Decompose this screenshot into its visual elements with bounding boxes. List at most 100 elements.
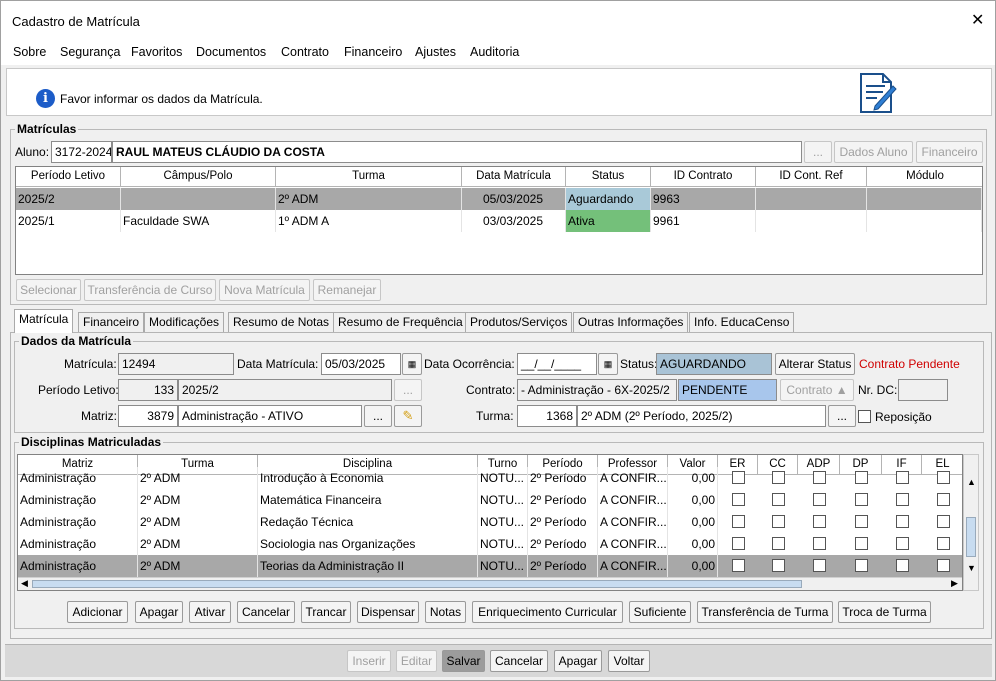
contrato-field[interactable]: - Administração - 6X-2025/2 bbox=[517, 379, 677, 401]
scroll-left-icon[interactable]: ◀ bbox=[21, 578, 28, 589]
tab-financeiro[interactable]: Financeiro bbox=[78, 312, 145, 332]
menu-documentos[interactable]: Documentos bbox=[196, 45, 266, 59]
disciplinas-table[interactable]: Matriz Turma Disciplina Turno Período Pr… bbox=[17, 454, 963, 591]
ativar-button[interactable]: Ativar bbox=[189, 601, 231, 623]
matricula-field[interactable]: 12494 bbox=[118, 353, 234, 375]
troca-turma-button[interactable]: Troca de Turma bbox=[838, 601, 931, 623]
scroll-down-icon[interactable]: ▼ bbox=[967, 563, 976, 573]
menu-financeiro[interactable]: Financeiro bbox=[344, 45, 402, 59]
flag-checkbox-cc[interactable] bbox=[772, 559, 785, 572]
financeiro-button[interactable]: Financeiro bbox=[916, 141, 983, 163]
matriculas-table[interactable]: Período Letivo Câmpus/Polo Turma Data Ma… bbox=[15, 166, 983, 275]
aluno-name-field[interactable]: RAUL MATEUS CLÁUDIO DA COSTA bbox=[112, 141, 802, 163]
adicionar-button[interactable]: Adicionar bbox=[67, 601, 128, 623]
scrollbar-thumb[interactable] bbox=[966, 517, 976, 557]
calendar-icon[interactable]: ▦ bbox=[598, 353, 618, 375]
tab-modificacoes[interactable]: Modificações bbox=[144, 312, 225, 332]
flag-checkbox-er[interactable] bbox=[732, 515, 745, 528]
flag-checkbox-adp[interactable] bbox=[813, 515, 826, 528]
flag-checkbox-el[interactable] bbox=[937, 515, 950, 528]
flag-checkbox-el[interactable] bbox=[937, 537, 950, 550]
flag-checkbox-er[interactable] bbox=[732, 493, 745, 506]
aluno-search-button[interactable]: ... bbox=[804, 141, 832, 163]
column-header[interactable]: Status bbox=[566, 167, 651, 187]
trancar-button[interactable]: Trancar bbox=[301, 601, 351, 623]
notas-button[interactable]: Notas bbox=[425, 601, 466, 623]
flag-checkbox-cc[interactable] bbox=[772, 471, 785, 484]
column-header[interactable]: ID Cont. Ref bbox=[756, 167, 867, 187]
calendar-icon[interactable]: ▦ bbox=[402, 353, 422, 375]
matriz-search-button[interactable]: ... bbox=[364, 405, 392, 427]
voltar-button[interactable]: Voltar bbox=[608, 650, 650, 672]
reposicao-checkbox[interactable] bbox=[858, 410, 871, 423]
flag-checkbox-cc[interactable] bbox=[772, 537, 785, 550]
flag-checkbox-if[interactable] bbox=[896, 559, 909, 572]
flag-checkbox-dp[interactable] bbox=[855, 537, 868, 550]
menu-ajustes[interactable]: Ajustes bbox=[415, 45, 456, 59]
dispensar-button[interactable]: Dispensar bbox=[357, 601, 419, 623]
contrato-status-field[interactable]: PENDENTE bbox=[678, 379, 777, 401]
flag-checkbox-er[interactable] bbox=[732, 471, 745, 484]
apagar-button[interactable]: Apagar bbox=[554, 650, 602, 672]
flag-checkbox-if[interactable] bbox=[896, 471, 909, 484]
inserir-button[interactable]: Inserir bbox=[347, 650, 391, 672]
flag-checkbox-er[interactable] bbox=[732, 537, 745, 550]
flag-checkbox-el[interactable] bbox=[937, 559, 950, 572]
apagar-disciplina-button[interactable]: Apagar bbox=[135, 601, 183, 623]
tab-produtos-servicos[interactable]: Produtos/Serviços bbox=[465, 312, 573, 332]
flag-checkbox-dp[interactable] bbox=[855, 471, 868, 484]
dados-aluno-button[interactable]: Dados Aluno bbox=[834, 141, 913, 163]
column-header[interactable]: ID Contrato bbox=[651, 167, 756, 187]
flag-checkbox-cc[interactable] bbox=[772, 515, 785, 528]
flag-checkbox-cc[interactable] bbox=[772, 493, 785, 506]
menu-favoritos[interactable]: Favoritos bbox=[131, 45, 182, 59]
contrato-dropdown-button[interactable]: Contrato ▲ bbox=[780, 379, 854, 401]
flag-checkbox-dp[interactable] bbox=[855, 493, 868, 506]
horizontal-scrollbar[interactable]: ◀ ▶ bbox=[18, 577, 962, 590]
flag-checkbox-adp[interactable] bbox=[813, 471, 826, 484]
cancelar-button[interactable]: Cancelar bbox=[490, 650, 548, 672]
tab-info-educacenso[interactable]: Info. EducaCenso bbox=[689, 312, 795, 332]
nova-matricula-button[interactable]: Nova Matrícula bbox=[219, 279, 310, 301]
column-header[interactable]: Câmpus/Polo bbox=[121, 167, 276, 187]
flag-checkbox-if[interactable] bbox=[896, 493, 909, 506]
flag-checkbox-el[interactable] bbox=[937, 471, 950, 484]
flag-checkbox-dp[interactable] bbox=[855, 559, 868, 572]
editar-button[interactable]: Editar bbox=[396, 650, 437, 672]
turma-field[interactable]: 2º ADM (2º Período, 2025/2) bbox=[577, 405, 826, 427]
menu-auditoria[interactable]: Auditoria bbox=[470, 45, 519, 59]
suficiente-button[interactable]: Suficiente bbox=[629, 601, 691, 623]
scrollbar-thumb[interactable] bbox=[32, 580, 802, 588]
flag-checkbox-adp[interactable] bbox=[813, 537, 826, 550]
transferencia-curso-button[interactable]: Transferência de Curso bbox=[84, 279, 216, 301]
tab-matricula[interactable]: Matrícula bbox=[14, 309, 74, 333]
flag-checkbox-el[interactable] bbox=[937, 493, 950, 506]
turma-search-button[interactable]: ... bbox=[828, 405, 856, 427]
flag-checkbox-dp[interactable] bbox=[855, 515, 868, 528]
pencil-icon[interactable]: ✎ bbox=[394, 405, 422, 427]
enriquecimento-curricular-button[interactable]: Enriquecimento Curricular bbox=[472, 601, 623, 623]
flag-checkbox-if[interactable] bbox=[896, 537, 909, 550]
turma-code-field[interactable]: 1368 bbox=[517, 405, 577, 427]
menu-seguranca[interactable]: Segurança bbox=[60, 45, 120, 59]
column-header[interactable]: Turma bbox=[276, 167, 462, 187]
scroll-up-icon[interactable]: ▲ bbox=[967, 477, 976, 487]
status-field[interactable]: AGUARDANDO bbox=[656, 353, 772, 375]
flag-checkbox-adp[interactable] bbox=[813, 493, 826, 506]
periodo-code-field[interactable]: 133 bbox=[118, 379, 178, 401]
vertical-scrollbar[interactable]: ▲ ▼ bbox=[963, 454, 979, 591]
data-ocorrencia-field[interactable]: __/__/____ bbox=[517, 353, 597, 375]
scroll-right-icon[interactable]: ▶ bbox=[951, 578, 958, 589]
remanejar-button[interactable]: Remanejar bbox=[313, 279, 381, 301]
flag-checkbox-er[interactable] bbox=[732, 559, 745, 572]
data-matricula-field[interactable]: 05/03/2025 bbox=[321, 353, 401, 375]
tab-resumo-notas[interactable]: Resumo de Notas bbox=[228, 312, 335, 332]
periodo-search-button[interactable]: ... bbox=[394, 379, 422, 401]
nr-dc-field[interactable] bbox=[898, 379, 948, 401]
periodo-field[interactable]: 2025/2 bbox=[178, 379, 392, 401]
tab-outras-informacoes[interactable]: Outras Informações bbox=[573, 312, 689, 332]
column-header[interactable]: Módulo bbox=[867, 167, 982, 187]
salvar-button[interactable]: Salvar bbox=[442, 650, 485, 672]
transferencia-turma-button[interactable]: Transferência de Turma bbox=[697, 601, 833, 623]
flag-checkbox-if[interactable] bbox=[896, 515, 909, 528]
